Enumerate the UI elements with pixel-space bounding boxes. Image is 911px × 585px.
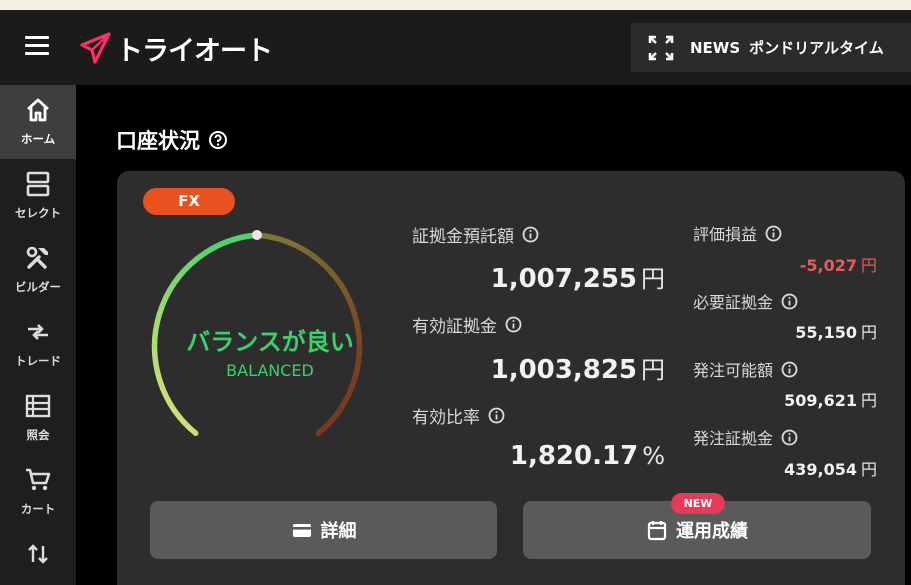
side-label-text: 発注証拠金: [693, 429, 774, 448]
info-icon[interactable]: [781, 429, 798, 446]
side-unit: 円: [860, 323, 877, 342]
sidebar-item-cart[interactable]: カート: [0, 455, 76, 529]
sidebar-item-label: ビルダー: [15, 280, 61, 294]
balance-status-en: BALANCED: [226, 361, 314, 380]
order-margin-value: 439,054 円: [784, 456, 877, 480]
sidebar-item-label: 照会: [26, 428, 50, 442]
unrealized-pl-value: -5,027 円: [800, 252, 877, 276]
sidebar-item-builder[interactable]: ビルダー: [0, 233, 76, 307]
help-icon[interactable]: [208, 130, 228, 150]
select-icon: [26, 171, 50, 197]
page-title-text: 口座状況: [116, 129, 200, 153]
logo-mark-icon: [80, 32, 111, 64]
info-icon[interactable]: [765, 225, 782, 242]
metric-unit: %: [642, 442, 665, 470]
sort-arrows-icon: [28, 544, 48, 564]
info-icon[interactable]: [505, 316, 522, 333]
deposit-value: 1,007,255 円: [491, 259, 665, 294]
account-status-card: FX バランスが良い BALANCED 証拠金預託額 1,007,255 円 有…: [117, 171, 905, 585]
builder-icon: [26, 246, 48, 269]
metric-unit: 円: [641, 356, 665, 384]
metric-label-text: 有効比率: [412, 408, 480, 428]
required-margin-label: 必要証拠金: [693, 289, 798, 313]
metric-label-text: 有効証拠金: [412, 317, 497, 337]
side-value-text: -5,027: [799, 256, 857, 275]
side-unit: 円: [860, 256, 877, 275]
effective-margin-label: 有効証拠金: [412, 312, 522, 337]
expand-icon[interactable]: [648, 35, 674, 61]
side-value-text: 439,054: [784, 460, 857, 479]
page-title: 口座状況: [116, 125, 228, 155]
top-strip: [0, 0, 911, 10]
sidebar-item-trade[interactable]: トレード: [0, 307, 76, 381]
sidebar-item-home[interactable]: ホーム: [0, 85, 76, 159]
side-label-text: 必要証拠金: [693, 293, 774, 312]
detail-button[interactable]: 詳細: [150, 501, 497, 559]
metric-label-text: 証拠金預託額: [412, 227, 514, 247]
cart-icon: [26, 468, 51, 491]
sidebar-item-inquiry[interactable]: 照会: [0, 381, 76, 455]
side-unit: 円: [860, 391, 877, 410]
order-margin-label: 発注証拠金: [693, 425, 798, 449]
info-icon[interactable]: [488, 407, 505, 424]
metric-value-text: 1,007,255: [490, 264, 637, 294]
metric-unit: 円: [641, 265, 665, 293]
effective-ratio-value: 1,820.17%: [510, 441, 665, 471]
order-available-label: 発注可能額: [693, 357, 798, 381]
effective-ratio-label: 有効比率: [412, 403, 505, 428]
side-label-text: 評価損益: [693, 225, 758, 244]
performance-button-label: 運用成績: [676, 521, 748, 542]
gauge-indicator: [252, 230, 262, 240]
calendar-icon: [647, 521, 667, 541]
deposit-label: 証拠金預託額: [412, 222, 539, 247]
sidebar-item-label: セレクト: [15, 206, 61, 220]
trade-icon: [28, 324, 48, 340]
app-logo[interactable]: トライオート: [78, 28, 273, 68]
side-value-text: 55,150: [795, 323, 857, 342]
list-icon: [25, 394, 51, 418]
news-headline[interactable]: ポンドリアルタイム: [749, 37, 884, 58]
side-unit: 円: [860, 460, 877, 479]
sidebar-item-label: ホーム: [20, 132, 56, 146]
side-value-text: 509,621: [784, 391, 857, 410]
detail-button-label: 詳細: [320, 521, 357, 542]
order-available-value: 509,621 円: [784, 387, 877, 411]
sidebar-item-label: トレード: [15, 354, 61, 368]
hamburger-menu-icon[interactable]: [24, 36, 52, 60]
balance-status: バランスが良い: [186, 328, 354, 356]
home-icon: [27, 98, 49, 122]
required-margin-value: 55,150 円: [795, 319, 877, 343]
sidebar-item-select[interactable]: セレクト: [0, 159, 76, 233]
news-ticker[interactable]: NEWS ポンドリアルタイム: [631, 23, 911, 72]
info-icon[interactable]: [781, 361, 798, 378]
metric-value-text: 1,820.17: [509, 441, 639, 471]
info-icon[interactable]: [781, 293, 798, 310]
sidebar-item-more[interactable]: [0, 529, 76, 585]
main-content: 口座状況 FX バランスが良い BALANCED 証拠金預託額 1,007,25…: [76, 85, 911, 585]
metric-value-text: 1,003,825: [490, 355, 637, 385]
logo-text: トライオート: [116, 35, 273, 67]
side-label-text: 発注可能額: [693, 361, 774, 380]
new-badge: NEW: [671, 493, 725, 514]
fx-badge: FX: [143, 188, 235, 215]
card-icon: [292, 524, 311, 537]
news-label: NEWS: [690, 38, 741, 57]
sidebar-item-label: カート: [20, 502, 56, 516]
info-icon[interactable]: [522, 226, 539, 243]
sidebar: ホーム セレクト ビルダー トレード 照会 カート: [0, 85, 76, 585]
effective-margin-value: 1,003,825 円: [491, 350, 665, 385]
app-header: トライオート NEWS ポンドリアルタイム: [0, 10, 911, 85]
unrealized-pl-label: 評価損益: [693, 221, 782, 245]
